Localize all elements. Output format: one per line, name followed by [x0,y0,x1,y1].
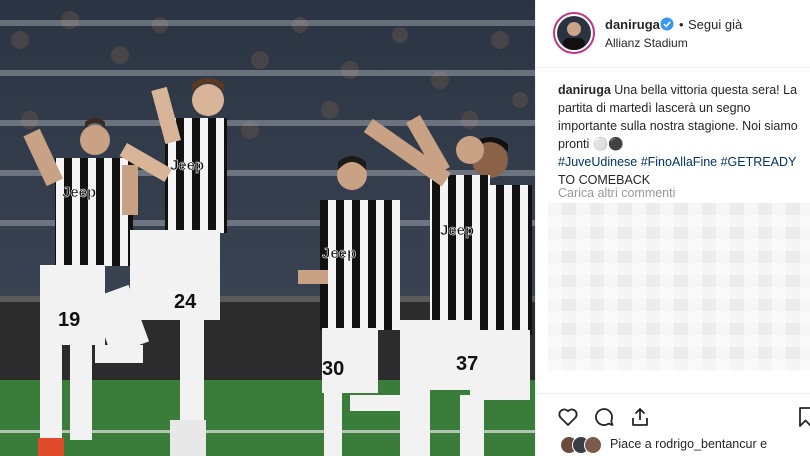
separator-dot: • [679,17,684,32]
post-side-panel: daniruga • Segui già Allianz Stadium dan… [535,0,810,456]
heart-icon[interactable] [556,405,580,429]
jersey-number-37: 37 [456,353,478,375]
jersey-number-19: 19 [58,309,80,331]
follow-button[interactable]: Segui già [688,17,742,32]
load-more-comments[interactable]: Carica altri commenti [558,186,675,200]
comment-icon[interactable] [592,405,616,429]
post-caption: daniruga Una bella vittoria questa sera!… [558,81,806,189]
sponsor-text-1: Jeep [62,184,96,201]
share-icon[interactable] [628,405,652,429]
likes-summary[interactable]: Piace a rodrigo_bentancur e [610,437,767,451]
sponsor-text-4: Jeep [440,222,474,239]
actions-divider [536,393,810,394]
bookmark-icon[interactable] [794,405,810,429]
liker-avatar [584,436,602,454]
jersey-number-30: 30 [322,358,344,380]
sponsor-text-3: Jeep [322,245,356,262]
blurred-comments-area [548,203,810,371]
location-link[interactable]: Allianz Stadium [605,36,688,50]
players-celebration-image: Jeep Jeep Jeep Jeep 19 24 30 37 [0,0,535,456]
caption-tail: TO COMEBACK [558,173,651,187]
post-photo[interactable]: Jeep Jeep Jeep Jeep 19 24 30 37 [0,0,535,456]
caption-username[interactable]: daniruga [558,83,611,97]
caption-hashtags[interactable]: #JuveUdinese #FinoAllaFine #GETREADY [558,155,796,169]
jersey-number-24: 24 [174,291,197,313]
post-header: daniruga • Segui già Allianz Stadium [536,0,810,68]
verified-badge-icon [660,17,674,31]
avatar[interactable] [553,12,595,54]
sponsor-text-2: Jeep [170,157,204,174]
username-link[interactable]: daniruga [605,17,660,32]
